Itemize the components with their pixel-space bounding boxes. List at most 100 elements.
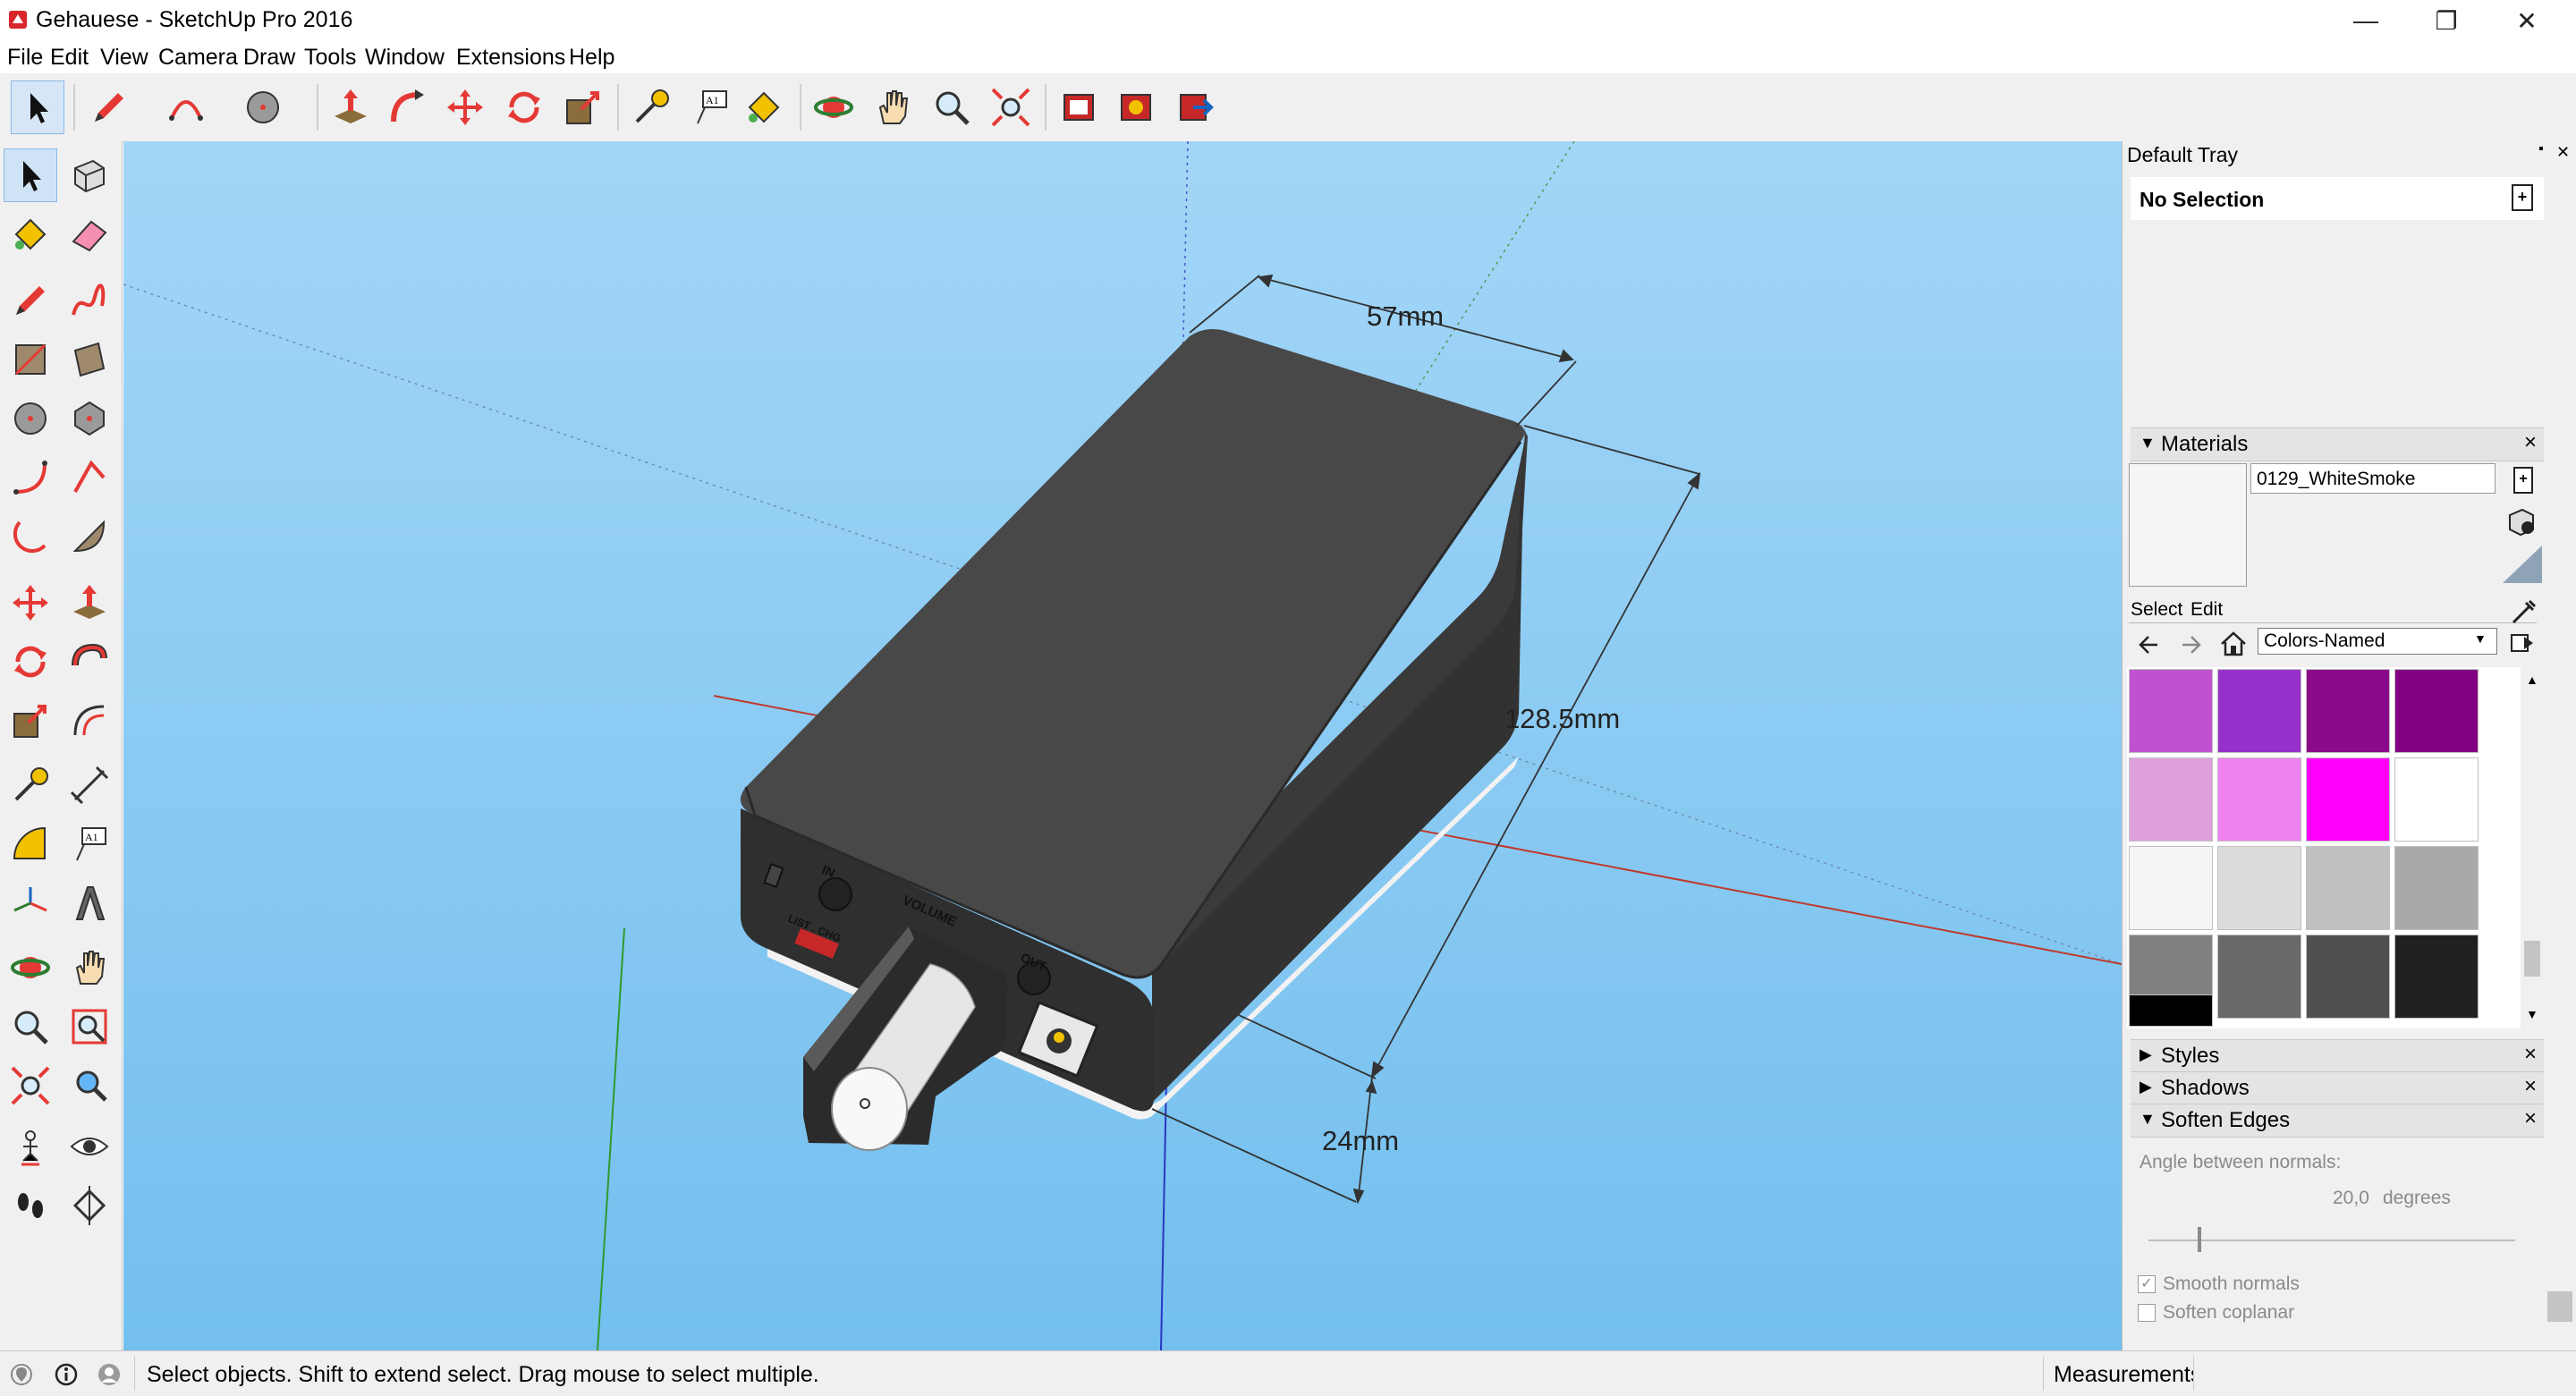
materials-close-icon[interactable]: × xyxy=(2524,430,2537,455)
user-account-icon[interactable] xyxy=(97,1362,122,1387)
shadows-close-icon[interactable]: × xyxy=(2524,1074,2537,1099)
model-viewport[interactable]: IN VOLUME LIST . CHG OUT 57mm 128.5mm 24… xyxy=(123,141,2122,1350)
pan-button[interactable] xyxy=(866,80,919,134)
palette-previous-view-button[interactable] xyxy=(63,1059,116,1113)
material-swatch[interactable] xyxy=(2129,669,2213,753)
close-button[interactable]: ✕ xyxy=(2487,0,2567,41)
tray-scrollbar-thumb[interactable] xyxy=(2547,1291,2572,1322)
material-swatch[interactable] xyxy=(2306,935,2390,1019)
palette-position-camera-button[interactable] xyxy=(4,1120,57,1173)
shadows-panel-header[interactable]: ▶ Shadows × xyxy=(2131,1071,2544,1105)
menu-tools[interactable]: Tools xyxy=(304,45,356,71)
display-secondary-icon[interactable]: + xyxy=(2513,467,2533,494)
zoom-extents-button[interactable] xyxy=(984,80,1038,134)
geo-location-icon[interactable] xyxy=(9,1362,34,1387)
menu-help[interactable]: Help xyxy=(569,45,614,71)
material-swatch[interactable] xyxy=(2129,994,2213,1027)
styles-close-icon[interactable]: × xyxy=(2524,1042,2537,1067)
orbit-button[interactable] xyxy=(807,80,860,134)
palette-offset-button[interactable] xyxy=(63,694,116,748)
details-toggle-icon[interactable]: + xyxy=(2512,184,2533,211)
material-swatch[interactable] xyxy=(2394,846,2479,930)
model-scene[interactable]: IN VOLUME LIST . CHG OUT 57mm 128.5mm 24… xyxy=(123,141,2122,1350)
maximize-button[interactable]: ❐ xyxy=(2406,0,2487,41)
extension-warehouse-button[interactable] xyxy=(1109,80,1163,134)
paint-bucket-button[interactable] xyxy=(737,80,791,134)
palette-scale-button[interactable] xyxy=(4,694,57,748)
palette-move-button[interactable] xyxy=(4,576,57,630)
text-button[interactable]: A1 xyxy=(683,80,737,134)
dropdown-arrow-icon[interactable]: ▼ xyxy=(2474,631,2487,646)
menu-file[interactable]: File xyxy=(7,45,43,71)
palette-follow-me-button[interactable] xyxy=(63,635,116,689)
menu-edit[interactable]: Edit xyxy=(50,45,89,71)
swatch-scrollbar[interactable]: ▲ ▼ xyxy=(2521,667,2544,1028)
soften-edges-panel-header[interactable]: ▼ Soften Edges × xyxy=(2131,1104,2544,1138)
follow-me-button[interactable] xyxy=(379,80,433,134)
material-name-field[interactable]: 0129_WhiteSmoke xyxy=(2250,463,2496,494)
details-arrow-icon[interactable] xyxy=(2508,630,2537,656)
palette-line-button[interactable] xyxy=(4,274,57,327)
palette-zoom-button[interactable] xyxy=(4,1000,57,1053)
share-model-button[interactable] xyxy=(1168,80,1222,134)
soften-coplanar-checkbox[interactable] xyxy=(2138,1304,2156,1322)
collection-dropdown[interactable]: Colors-Named xyxy=(2258,628,2497,655)
styles-panel-header[interactable]: ▶ Styles × xyxy=(2131,1039,2544,1073)
scroll-up-arrow-icon[interactable]: ▲ xyxy=(2526,673,2538,687)
minimize-button[interactable]: — xyxy=(2326,0,2406,41)
material-swatch[interactable] xyxy=(2394,757,2479,842)
3d-warehouse-button[interactable] xyxy=(1052,80,1106,134)
palette-circle-button[interactable] xyxy=(4,392,57,445)
palette-make-component-button[interactable] xyxy=(63,148,116,202)
material-swatch[interactable] xyxy=(2129,757,2213,842)
zoom-button[interactable] xyxy=(925,80,979,134)
material-swatch[interactable] xyxy=(2217,669,2301,753)
tape-measure-button[interactable] xyxy=(624,80,678,134)
scroll-down-arrow-icon[interactable]: ▼ xyxy=(2526,1007,2538,1021)
back-arrow-icon[interactable] xyxy=(2136,631,2163,658)
material-swatch[interactable] xyxy=(2394,935,2479,1019)
material-swatch[interactable] xyxy=(2306,846,2390,930)
home-icon[interactable] xyxy=(2218,630,2249,658)
palette-axes-button[interactable] xyxy=(4,876,57,930)
smooth-normals-checkbox[interactable]: ✓ xyxy=(2138,1275,2156,1293)
menu-draw[interactable]: Draw xyxy=(243,45,295,71)
material-swatch[interactable] xyxy=(2129,846,2213,930)
material-swatch[interactable] xyxy=(2306,669,2390,753)
palette-polygon-button[interactable] xyxy=(63,392,116,445)
tray-close-button[interactable]: ✕ xyxy=(2556,143,2570,162)
palette-walk-button[interactable] xyxy=(4,1179,57,1232)
material-swatch[interactable] xyxy=(2306,757,2390,842)
tray-pin-button[interactable]: ▪ xyxy=(2538,141,2544,157)
palette-dimension-button[interactable] xyxy=(63,758,116,812)
palette-pie-button[interactable] xyxy=(63,510,116,563)
soften-edges-close-icon[interactable]: × xyxy=(2524,1106,2537,1131)
palette-eraser-button[interactable] xyxy=(63,207,116,261)
palette-rotate-button[interactable] xyxy=(4,635,57,689)
tab-edit[interactable]: Edit xyxy=(2190,599,2223,621)
palette-rotated-rectangle-button[interactable] xyxy=(63,333,116,386)
palette-text-button[interactable]: A1 xyxy=(63,817,116,871)
palette-section-plane-button[interactable] xyxy=(63,1179,116,1232)
material-swatch[interactable] xyxy=(2394,669,2479,753)
palette-zoom-extents-button[interactable] xyxy=(4,1059,57,1113)
rotate-button[interactable] xyxy=(497,80,551,134)
forward-arrow-icon[interactable] xyxy=(2177,631,2204,658)
create-material-icon[interactable] xyxy=(2503,504,2538,540)
line-tool-button[interactable] xyxy=(82,80,136,134)
palette-paint-bucket-button[interactable] xyxy=(4,207,57,261)
palette-rectangle-button[interactable] xyxy=(4,333,57,386)
angle-slider-track[interactable] xyxy=(2148,1239,2515,1241)
push-pull-button[interactable] xyxy=(324,80,377,134)
palette-pan-button[interactable] xyxy=(63,941,116,994)
tab-select[interactable]: Select xyxy=(2131,599,2182,621)
material-swatch[interactable] xyxy=(2217,757,2301,842)
palette-3d-text-button[interactable] xyxy=(63,876,116,930)
materials-panel-header[interactable]: ▼ Materials × xyxy=(2131,427,2544,461)
palette-orbit-button[interactable] xyxy=(4,941,57,994)
palette-look-around-button[interactable] xyxy=(63,1120,116,1173)
palette-zoom-window-button[interactable] xyxy=(63,1000,116,1053)
arc-tool-button[interactable] xyxy=(159,80,213,134)
scrollbar-thumb[interactable] xyxy=(2524,941,2540,977)
menu-extensions[interactable]: Extensions xyxy=(456,45,565,71)
